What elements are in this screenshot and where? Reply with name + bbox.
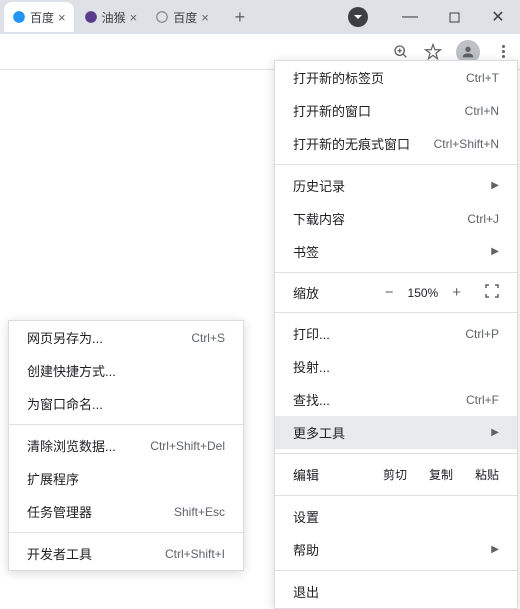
menu-new-incognito[interactable]: 打开新的无痕式窗口 Ctrl+Shift+N [275, 127, 517, 160]
edit-label: 编辑 [293, 465, 361, 484]
menu-zoom-row: 缩放 − 150% + [275, 277, 517, 308]
tab-title-3: 百度 [173, 9, 197, 26]
menu-label: 扩展程序 [27, 469, 79, 488]
menu-label: 下载内容 [293, 209, 345, 228]
menu-separator [275, 164, 517, 165]
bookmark-star-icon[interactable] [424, 43, 442, 61]
close-button[interactable]: ✕ [476, 0, 520, 34]
menu-find[interactable]: 查找... Ctrl+F [275, 383, 517, 416]
menu-label: 帮助 [293, 540, 319, 559]
tab-2[interactable]: 油猴 × [76, 2, 146, 32]
menu-exit[interactable]: 退出 [275, 575, 517, 608]
submenu-create-shortcut[interactable]: 创建快捷方式... [9, 354, 243, 387]
menu-shortcut: Ctrl+J [467, 212, 499, 226]
fullscreen-icon[interactable] [485, 284, 499, 301]
tab-favicon-2 [84, 10, 98, 24]
menu-label: 历史记录 [293, 176, 345, 195]
menu-history[interactable]: 历史记录 ▶ [275, 169, 517, 202]
chevron-right-icon: ▶ [491, 246, 499, 257]
more-tools-submenu: 网页另存为... Ctrl+S 创建快捷方式... 为窗口命名... 清除浏览数… [8, 320, 244, 571]
submenu-dev-tools[interactable]: 开发者工具 Ctrl+Shift+I [9, 537, 243, 570]
menu-label: 打开新的窗口 [293, 101, 371, 120]
menu-more-tools[interactable]: 更多工具 ▶ [275, 416, 517, 449]
menu-shortcut: Shift+Esc [174, 505, 225, 519]
submenu-save-as[interactable]: 网页另存为... Ctrl+S [9, 321, 243, 354]
menu-separator [275, 570, 517, 571]
zoom-indicator-icon[interactable] [392, 43, 410, 61]
menu-cast[interactable]: 投射... [275, 350, 517, 383]
menu-new-window[interactable]: 打开新的窗口 Ctrl+N [275, 94, 517, 127]
minimize-button[interactable]: — [388, 0, 432, 34]
menu-label: 书签 [293, 242, 319, 261]
menu-label: 任务管理器 [27, 502, 92, 521]
zoom-percent: 150% [408, 286, 439, 300]
menu-shortcut: Ctrl+N [465, 104, 499, 118]
zoom-label: 缩放 [293, 283, 319, 302]
menu-separator [275, 312, 517, 313]
menu-label: 网页另存为... [27, 328, 103, 347]
menu-bookmarks[interactable]: 书签 ▶ [275, 235, 517, 268]
tab-favicon-1 [12, 10, 26, 24]
chrome-menu-button[interactable] [494, 43, 512, 61]
menu-label: 打印... [293, 324, 330, 343]
zoom-in-button[interactable]: + [452, 284, 461, 301]
submenu-extensions[interactable]: 扩展程序 [9, 462, 243, 495]
maximize-button[interactable] [432, 0, 476, 34]
chevron-right-icon: ▶ [491, 180, 499, 191]
window-controls: — ✕ [348, 0, 520, 34]
menu-edit-row: 编辑 剪切 复制 粘贴 [275, 458, 517, 491]
tab-title-2: 油猴 [102, 9, 126, 26]
menu-label: 退出 [293, 582, 319, 601]
cut-button[interactable]: 剪切 [383, 466, 407, 483]
menu-shortcut: Ctrl+T [466, 71, 499, 85]
menu-label: 更多工具 [293, 423, 345, 442]
menu-label: 为窗口命名... [27, 394, 103, 413]
menu-label: 设置 [293, 507, 319, 526]
tab-close-icon-3[interactable]: × [201, 10, 209, 25]
tab-strip: 百度 × 油猴 × 百度 × + — ✕ [0, 0, 520, 34]
menu-shortcut: Ctrl+Shift+N [434, 137, 499, 151]
copy-button[interactable]: 复制 [429, 466, 453, 483]
menu-label: 开发者工具 [27, 544, 92, 563]
menu-label: 打开新的标签页 [293, 68, 384, 87]
submenu-task-manager[interactable]: 任务管理器 Shift+Esc [9, 495, 243, 528]
menu-separator [9, 532, 243, 533]
chrome-main-menu: 打开新的标签页 Ctrl+T 打开新的窗口 Ctrl+N 打开新的无痕式窗口 C… [274, 60, 518, 609]
menu-separator [275, 272, 517, 273]
tab-favicon-3 [155, 10, 169, 24]
menu-separator [9, 424, 243, 425]
new-tab-button[interactable]: + [227, 4, 253, 30]
menu-label: 打开新的无痕式窗口 [293, 134, 410, 153]
paste-button[interactable]: 粘贴 [475, 466, 499, 483]
submenu-name-window[interactable]: 为窗口命名... [9, 387, 243, 420]
menu-label: 投射... [293, 357, 330, 376]
menu-separator [275, 453, 517, 454]
tab-close-icon-1[interactable]: × [58, 10, 66, 25]
menu-print[interactable]: 打印... Ctrl+P [275, 317, 517, 350]
profile-dropdown-icon[interactable] [348, 7, 368, 27]
tab-3[interactable]: 百度 × [147, 2, 217, 32]
chevron-right-icon: ▶ [491, 427, 499, 438]
tab-1[interactable]: 百度 × [4, 2, 74, 32]
chevron-right-icon: ▶ [491, 544, 499, 555]
menu-separator [275, 495, 517, 496]
zoom-out-button[interactable]: − [385, 284, 394, 301]
menu-shortcut: Ctrl+Shift+Del [150, 439, 225, 453]
menu-label: 查找... [293, 390, 330, 409]
tab-title-1: 百度 [30, 9, 54, 26]
menu-label: 创建快捷方式... [27, 361, 116, 380]
menu-shortcut: Ctrl+Shift+I [165, 547, 225, 561]
menu-settings[interactable]: 设置 [275, 500, 517, 533]
menu-help[interactable]: 帮助 ▶ [275, 533, 517, 566]
menu-new-tab[interactable]: 打开新的标签页 Ctrl+T [275, 61, 517, 94]
tab-close-icon-2[interactable]: × [130, 10, 138, 25]
menu-shortcut: Ctrl+P [465, 327, 499, 341]
menu-shortcut: Ctrl+F [466, 393, 499, 407]
submenu-clear-data[interactable]: 清除浏览数据... Ctrl+Shift+Del [9, 429, 243, 462]
menu-shortcut: Ctrl+S [191, 331, 225, 345]
menu-label: 清除浏览数据... [27, 436, 116, 455]
menu-downloads[interactable]: 下载内容 Ctrl+J [275, 202, 517, 235]
